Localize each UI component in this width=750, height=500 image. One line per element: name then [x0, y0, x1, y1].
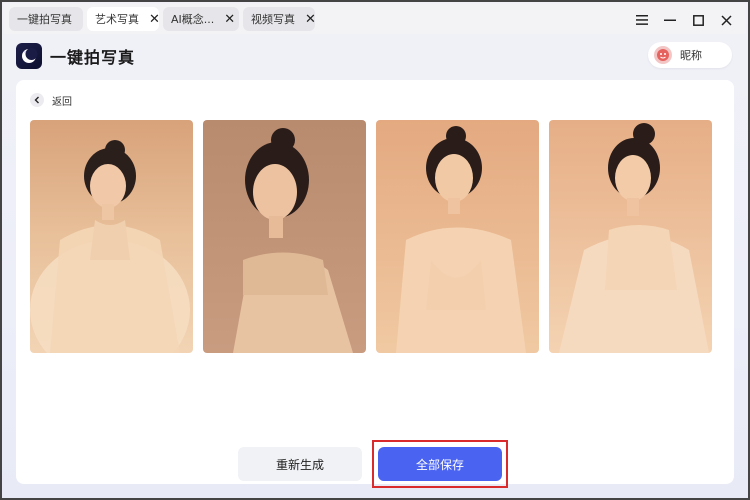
window-controls — [628, 8, 740, 32]
back-label: 返回 — [52, 96, 72, 108]
photo-1[interactable] — [30, 120, 193, 353]
tab-label: 艺术写真 — [95, 13, 139, 26]
moon-app-logo-icon — [16, 43, 42, 69]
tab-video-portrait[interactable]: 视频写真 ✕ — [243, 7, 316, 31]
tab-art-portrait[interactable]: 艺术写真 ✕ — [87, 7, 160, 31]
close-icon[interactable]: ✕ — [305, 13, 316, 26]
user-profile-chip[interactable]: 昵称 — [648, 42, 732, 68]
close-icon[interactable]: ✕ — [224, 13, 235, 26]
photo-4[interactable] — [549, 120, 712, 353]
close-icon[interactable] — [712, 9, 740, 31]
save-all-button[interactable]: 全部保存 — [378, 447, 502, 481]
app-title: 一键拍写真 — [50, 48, 136, 67]
avatar-icon — [654, 46, 672, 64]
tab-label: 视频写真 — [251, 13, 295, 26]
tab-label: 一键拍写真 — [17, 13, 72, 26]
photo-gallery — [30, 120, 712, 353]
tab-home[interactable]: 一键拍写真 — [9, 7, 83, 31]
close-icon[interactable]: ✕ — [149, 13, 160, 26]
result-panel: 返回 重新生成 全部保存 — [16, 80, 734, 488]
back-button[interactable]: 返回 — [30, 92, 72, 108]
tab-bar: 一键拍写真 艺术写真 ✕ AI概念... ✕ 视频写真 ✕ — [4, 4, 746, 34]
tab-label: AI概念... — [171, 13, 215, 26]
tab-ai-concept[interactable]: AI概念... ✕ — [163, 7, 239, 31]
hamburger-icon[interactable] — [628, 9, 656, 31]
regenerate-button[interactable]: 重新生成 — [238, 447, 362, 481]
app-header: 一键拍写真 昵称 — [4, 34, 746, 78]
user-nickname: 昵称 — [680, 49, 702, 62]
chevron-left-icon — [30, 93, 44, 107]
photo-3[interactable] — [376, 120, 539, 353]
app-window: 一键拍写真 艺术写真 ✕ AI概念... ✕ 视频写真 ✕ 一键拍写真 昵称 返… — [0, 0, 750, 500]
save-all-highlight: 全部保存 — [372, 440, 508, 488]
maximize-icon[interactable] — [684, 9, 712, 31]
photo-2[interactable] — [203, 120, 366, 353]
minimize-icon[interactable] — [656, 9, 684, 31]
action-bar: 重新生成 全部保存 — [238, 440, 508, 488]
